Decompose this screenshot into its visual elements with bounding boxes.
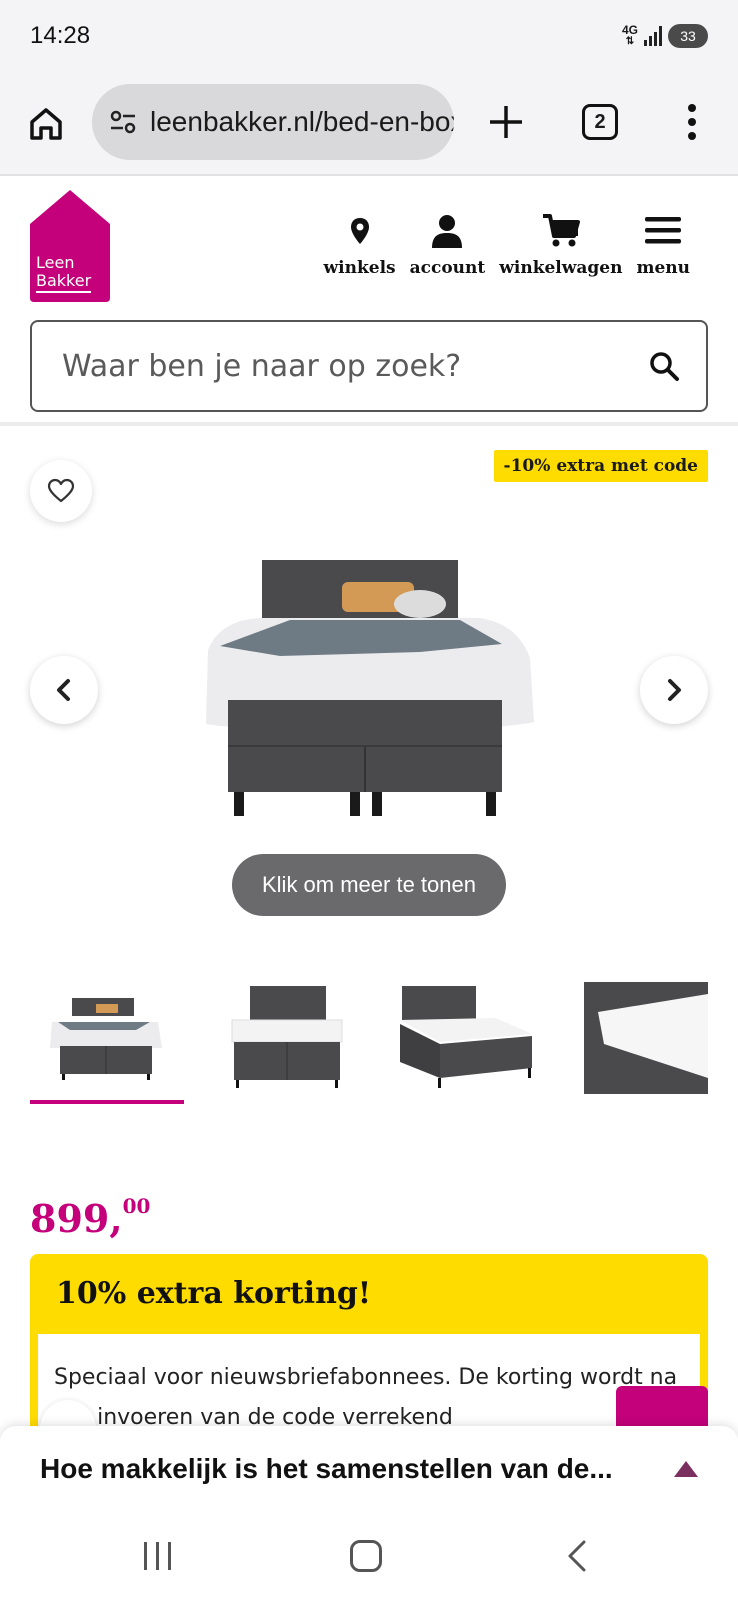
home-button-icon[interactable]: [350, 1540, 382, 1572]
discount-body: Speciaal voor nieuwsbriefabonnees. De ko…: [38, 1334, 700, 1434]
favorite-button[interactable]: [30, 460, 92, 522]
browser-toolbar: leenbakker.nl/bed-en-boxspring 2: [0, 76, 738, 176]
nav-winkels[interactable]: winkels: [324, 212, 396, 278]
thumbnail-active-indicator: [30, 1100, 184, 1104]
search-box: [30, 320, 708, 412]
nav-label: winkels: [323, 258, 396, 278]
gallery-prev-button[interactable]: [30, 656, 98, 724]
location-pin-icon: [350, 218, 369, 244]
home-icon[interactable]: [26, 104, 66, 144]
cart-icon: [542, 214, 580, 247]
chevron-right-icon: [668, 679, 681, 701]
tab-switcher-button[interactable]: 2: [582, 104, 618, 140]
plus-icon[interactable]: [484, 100, 528, 144]
gallery-next-button[interactable]: [640, 656, 708, 724]
more-options-icon[interactable]: [680, 100, 704, 144]
configurator-sheet[interactable]: Hoe makkelijk is het samenstellen van de…: [0, 1426, 738, 1512]
user-icon: [432, 215, 463, 248]
network-type: 4G ⇅: [621, 23, 638, 47]
signal-icon: [644, 26, 662, 46]
nav-label: menu: [636, 258, 690, 278]
back-icon[interactable]: [562, 1538, 592, 1574]
battery-icon: 33: [668, 24, 708, 48]
thumbnail-3[interactable]: [390, 982, 540, 1094]
thumbnail-2[interactable]: [210, 982, 360, 1094]
show-more-button[interactable]: Klik om meer te tonen: [232, 854, 506, 916]
recents-icon[interactable]: [144, 1542, 171, 1570]
thumbnail-1[interactable]: [30, 982, 180, 1094]
thumbnail-strip: [30, 982, 708, 1107]
system-nav-bar: [0, 1512, 738, 1600]
nav-label: account: [409, 258, 486, 278]
product-image-boxspring[interactable]: [200, 560, 540, 840]
price-cents: 00: [122, 1194, 151, 1218]
chevron-left-icon: [57, 679, 70, 701]
sheet-title[interactable]: Hoe makkelijk is het samenstellen van de…: [40, 1453, 654, 1485]
promo-badge: -10% extra met code: [493, 450, 708, 482]
heart-icon: [47, 478, 75, 503]
discount-title: 10% extra korting!: [56, 1276, 372, 1311]
product-price: 899,00: [30, 1194, 151, 1241]
nav-account[interactable]: account: [409, 212, 486, 278]
site-header: Leen Bakker winkels account winkelwagen …: [0, 176, 738, 426]
search-input[interactable]: [62, 348, 648, 384]
thumbnail-4[interactable]: [584, 982, 708, 1094]
logo-text: Leen Bakker: [36, 254, 92, 293]
status-time: 14:28: [30, 22, 91, 49]
caret-up-icon[interactable]: [674, 1461, 698, 1477]
discount-panel: 10% extra korting! Speciaal voor nieuwsb…: [30, 1254, 708, 1434]
url-bar[interactable]: leenbakker.nl/bed-en-boxspring: [92, 84, 454, 160]
status-bar: 14:28 4G ⇅ 33: [0, 0, 738, 76]
nav-menu[interactable]: menu: [636, 212, 690, 278]
status-icons: 4G ⇅ 33: [622, 24, 708, 48]
header-nav: winkels account winkelwagen menu: [324, 212, 690, 278]
hamburger-icon: [645, 217, 682, 244]
search-icon[interactable]: [648, 350, 680, 382]
url-text[interactable]: leenbakker.nl/bed-en-boxspring: [150, 106, 454, 138]
nav-winkelwagen[interactable]: winkelwagen: [499, 212, 622, 278]
site-settings-icon[interactable]: [108, 107, 138, 137]
nav-label: winkelwagen: [499, 258, 623, 278]
product-gallery: -10% extra met code Klik om meer te tone…: [0, 430, 738, 1110]
